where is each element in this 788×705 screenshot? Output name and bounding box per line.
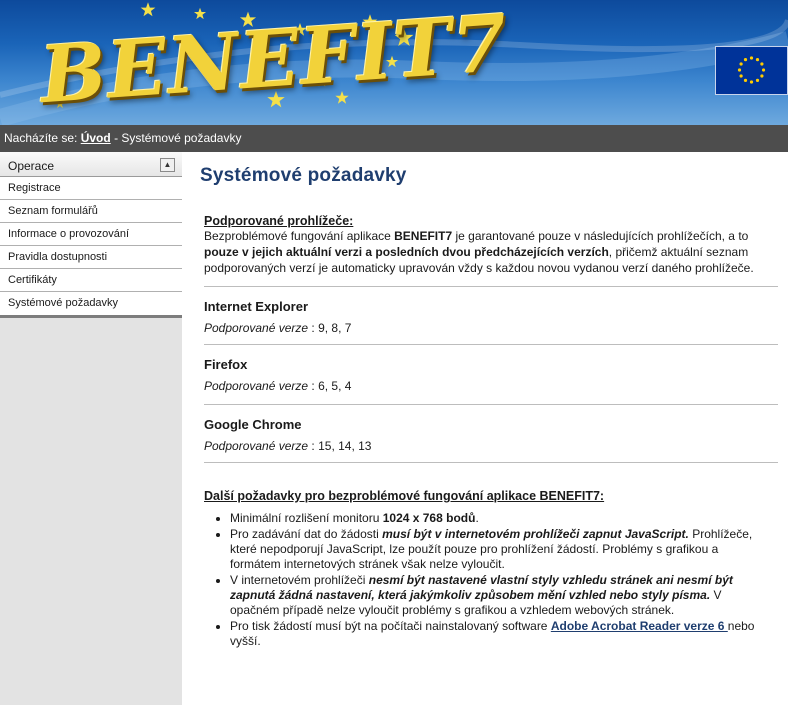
sidebar-item-certifikaty[interactable]: Certifikáty <box>0 269 182 292</box>
req-text: Pro tisk žádostí musí být na počítači na… <box>230 619 551 633</box>
divider <box>204 344 778 345</box>
versions-label: Podporované verze <box>204 321 309 335</box>
browser-block-ie: Internet Explorer Podporované verze : 9,… <box>204 299 780 335</box>
list-item: V internetovém prohlížeči nesmí být nast… <box>230 573 770 618</box>
divider <box>204 462 778 463</box>
req-text: V internetovém prohlížeči <box>230 573 369 587</box>
sidebar-menu: Operace ▲ Registrace Seznam formulářů In… <box>0 152 182 318</box>
list-item: Pro tisk žádostí musí být na počítači na… <box>230 619 770 649</box>
breadcrumb: Nacházíte se: Úvod - Systémové požadavky <box>0 125 788 152</box>
sidebar: Operace ▲ Registrace Seznam formulářů In… <box>0 152 182 705</box>
browser-block-chrome: Google Chrome Podporované verze : 15, 14… <box>204 417 780 453</box>
intro-text-1: Bezproblémové fungování aplikace <box>204 229 395 243</box>
browser-versions: Podporované verze : 15, 14, 13 <box>204 439 780 453</box>
divider <box>204 286 778 287</box>
versions-separator: : <box>308 439 319 453</box>
main-content: Systémové požadavky Podporované prohlíže… <box>200 152 780 650</box>
versions-value: 9, 8, 7 <box>318 321 352 335</box>
intro-emphasis: pouze v jejich aktuální verzi a poslední… <box>204 245 609 259</box>
requirements-list: Minimální rozlišení monitoru 1024 x 768 … <box>230 511 770 649</box>
supported-browsers-heading: Podporované prohlížeče: <box>204 214 354 228</box>
req-text: . <box>475 511 479 525</box>
breadcrumb-prefix: Nacházíte se: <box>4 131 78 145</box>
breadcrumb-home-link[interactable]: Úvod <box>81 131 111 145</box>
browser-name: Internet Explorer <box>204 299 309 314</box>
browser-name: Google Chrome <box>204 417 302 432</box>
list-item: Pro zadávání dat do žádosti musí být v i… <box>230 527 770 572</box>
chevron-up-icon[interactable]: ▲ <box>160 158 175 172</box>
supported-browsers-intro: Bezproblémové fungování aplikace BENEFIT… <box>204 228 769 276</box>
versions-value: 15, 14, 13 <box>318 439 372 453</box>
divider <box>204 404 778 405</box>
sidebar-menu-header: Operace ▲ <box>0 152 182 177</box>
adobe-reader-link[interactable]: Adobe Acrobat Reader verze 6 <box>551 619 728 633</box>
versions-separator: : <box>308 321 319 335</box>
breadcrumb-current: Systémové požadavky <box>121 131 242 145</box>
sidebar-item-informace[interactable]: Informace o provozování <box>0 223 182 246</box>
req-emphasis: musí být v internetovém prohlížeči zapnu… <box>382 527 689 541</box>
page-title: Systémové požadavky <box>200 165 407 186</box>
list-item: Minimální rozlišení monitoru 1024 x 768 … <box>230 511 770 526</box>
browser-name: Firefox <box>204 357 248 372</box>
versions-label: Podporované verze <box>204 439 309 453</box>
other-requirements-heading: Další požadavky pro bezproblémové fungov… <box>204 489 605 503</box>
browser-block-firefox: Firefox Podporované verze : 6, 5, 4 <box>204 357 780 393</box>
req-text: Minimální rozlišení monitoru <box>230 511 383 525</box>
browser-versions: Podporované verze : 9, 8, 7 <box>204 321 780 335</box>
sidebar-item-registrace[interactable]: Registrace <box>0 177 182 200</box>
intro-text-2: je garantované pouze v následujících pro… <box>452 229 749 243</box>
intro-app-name: BENEFIT7 <box>394 229 453 243</box>
req-text: Pro zadávání dat do žádosti <box>230 527 383 541</box>
header-banner: BENEFIT7 <box>0 0 788 125</box>
browser-versions: Podporované verze : 6, 5, 4 <box>204 379 780 393</box>
sidebar-item-pravidla[interactable]: Pravidla dostupnosti <box>0 246 182 269</box>
versions-separator: : <box>308 379 319 393</box>
sidebar-menu-title: Operace <box>8 159 55 173</box>
eu-flag-icon <box>715 46 788 95</box>
sidebar-item-seznam-formularu[interactable]: Seznam formulářů <box>0 200 182 223</box>
versions-label: Podporované verze <box>204 379 309 393</box>
breadcrumb-separator: - <box>114 131 119 145</box>
req-emphasis: 1024 x 768 bodů <box>382 511 476 525</box>
versions-value: 6, 5, 4 <box>318 379 352 393</box>
sidebar-item-systemove-pozadavky[interactable]: Systémové požadavky <box>0 292 182 315</box>
